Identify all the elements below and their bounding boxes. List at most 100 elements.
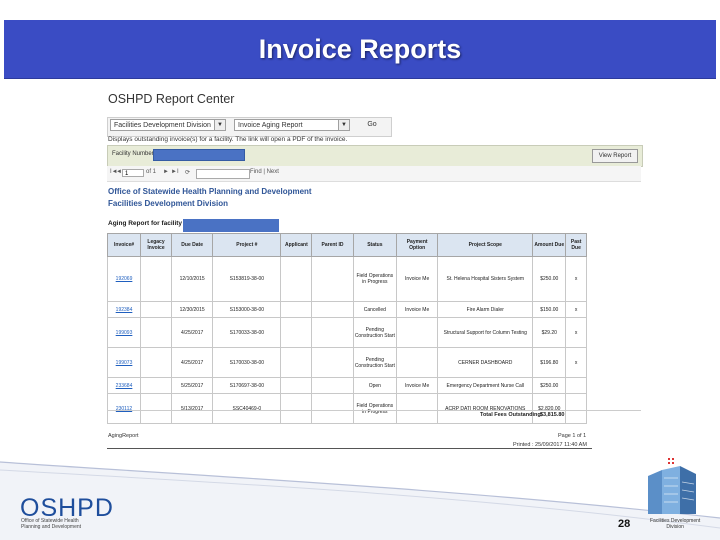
- past-due: x: [565, 317, 587, 348]
- next-page-icon[interactable]: ►: [163, 169, 169, 175]
- project-scope: St. Helena Hospital Sisters System: [437, 256, 534, 302]
- amount-due: $150.00: [532, 301, 567, 318]
- fdd-label: Facilities Development Division: [650, 518, 701, 530]
- amount-due: $2,820.00: [532, 393, 567, 424]
- invoice-link[interactable]: 233684: [106, 377, 142, 394]
- past-due: x: [565, 301, 587, 318]
- facility-redaction: [183, 219, 279, 232]
- slide-page-number: 28: [618, 518, 631, 530]
- applicant: [280, 347, 313, 378]
- col-header: Applicant: [280, 233, 313, 257]
- col-header: Project Scope: [437, 233, 534, 257]
- page-number-input[interactable]: 1: [122, 169, 144, 177]
- parent-id: [311, 347, 354, 378]
- refresh-icon[interactable]: ⟳: [185, 169, 190, 176]
- status: Pending Construction Start: [352, 347, 398, 378]
- invoice-link[interactable]: 199093: [106, 317, 142, 348]
- app-title: OSHPD Report Center: [108, 92, 235, 106]
- table-row: 199093 4/25/2017 S170033-38-00 Pending C…: [106, 317, 587, 348]
- find-input[interactable]: [196, 169, 250, 179]
- find-next-link[interactable]: Find | Next: [250, 169, 279, 175]
- applicant: [280, 256, 313, 302]
- table-row: 230112 5/13/2017 SSC40469-0 Field Operat…: [106, 393, 587, 424]
- division-select[interactable]: Facilities Development Division ▼: [110, 119, 226, 131]
- project-scope: Fire Alarm Dialer: [437, 301, 534, 318]
- col-header: Parent ID: [311, 233, 354, 257]
- col-header: Payment Option: [395, 233, 439, 257]
- status: Pending Construction Start: [352, 317, 398, 348]
- due-date: 4/25/2017: [170, 317, 214, 348]
- table-header-row: Invoice# Legacy Invoice Due Date Project…: [106, 233, 587, 257]
- slide-header: Invoice Reports: [4, 20, 716, 79]
- amount-due: $250.00: [532, 377, 567, 394]
- table-row: 199073 4/25/2017 S170030-38-00 Pending C…: [106, 347, 587, 378]
- past-due: x: [565, 256, 587, 302]
- facility-number-label: Facility Number: [112, 151, 154, 157]
- total-fees-label: Total Fees Outstanding:: [480, 412, 543, 418]
- fdd-building-icon: [648, 456, 696, 514]
- invoice-link[interactable]: 192069: [106, 256, 142, 302]
- project-number: S153819-38-00: [212, 256, 282, 302]
- payment-option: Invoice Me: [395, 301, 439, 318]
- report-description: Displays outstanding invoice(s) for a fa…: [108, 136, 348, 143]
- project-number: S153000-38-00: [212, 301, 282, 318]
- applicant: [280, 317, 313, 348]
- parent-id: [311, 377, 354, 394]
- division-name: Facilities Development Division: [108, 199, 229, 208]
- project-scope: CERNER DASHBOARD: [437, 347, 534, 378]
- parent-id: [311, 393, 354, 424]
- last-page-icon[interactable]: ►I: [171, 169, 179, 175]
- table-row: 192384 12/30/2015 S153000-38-00 Cancelle…: [106, 301, 587, 318]
- slide-title: Invoice Reports: [258, 33, 462, 64]
- payment-option: [395, 347, 439, 378]
- applicant: [280, 393, 313, 424]
- report-footer-page: Page 1 of 1: [558, 433, 587, 439]
- parent-id: [311, 301, 354, 318]
- due-date: 5/13/2017: [170, 393, 214, 424]
- chevron-down-icon[interactable]: ▼: [338, 120, 349, 130]
- go-button[interactable]: Go: [360, 118, 384, 132]
- table-row: 192069 12/10/2015 S153819-38-00 Field Op…: [106, 256, 587, 302]
- org-name: Office of Statewide Health Planning and …: [108, 187, 312, 196]
- due-date: 5/25/2017: [170, 377, 214, 394]
- invoice-link[interactable]: 199073: [106, 347, 142, 378]
- project-scope: Structural Support for Column Testing: [437, 317, 534, 348]
- status: Field Operations in Progress: [352, 256, 398, 302]
- col-header: Legacy Invoice: [140, 233, 172, 257]
- due-date: 12/30/2015: [170, 301, 214, 318]
- view-report-button[interactable]: View Report: [592, 149, 638, 163]
- amount-due: $250.00: [532, 256, 567, 302]
- report-select[interactable]: Invoice Aging Report ▼: [234, 119, 350, 131]
- legacy-invoice: [140, 317, 172, 348]
- payment-option: [395, 393, 439, 424]
- oshpd-logo-subtitle: Office of Statewide Health Planning and …: [21, 518, 82, 530]
- legacy-invoice: [140, 301, 172, 318]
- payment-option: Invoice Me: [395, 256, 439, 302]
- legacy-invoice: [140, 347, 172, 378]
- invoice-link[interactable]: 192384: [106, 301, 142, 318]
- applicant: [280, 301, 313, 318]
- col-header: Status: [352, 233, 398, 257]
- legacy-invoice: [140, 256, 172, 302]
- amount-due: $196.80: [532, 347, 567, 378]
- payment-option: Invoice Me: [395, 377, 439, 394]
- report-viewer-toolbar: I◄ ◄ of 1 ► ►I ⟳ Find | Next: [107, 166, 641, 182]
- total-fees-value: $3,815.80: [540, 412, 565, 418]
- table-row: 233684 5/25/2017 S170697-38-00 Open Invo…: [106, 377, 587, 394]
- due-date: 12/10/2015: [170, 256, 214, 302]
- report-footer-name: AgingReport: [108, 433, 139, 439]
- legacy-invoice: [140, 377, 172, 394]
- footer-rule: [107, 448, 592, 449]
- chevron-down-icon[interactable]: ▼: [214, 120, 225, 130]
- page-count: of 1: [146, 169, 157, 175]
- invoice-link[interactable]: 230112: [106, 393, 142, 424]
- past-due: [565, 393, 587, 424]
- parent-id: [311, 256, 354, 302]
- facility-number-input[interactable]: [153, 149, 245, 161]
- project-number: S170697-38-00: [212, 377, 282, 394]
- payment-option: [395, 317, 439, 348]
- division-select-value: Facilities Development Division: [114, 122, 211, 129]
- col-header: Amount Due: [532, 233, 567, 257]
- col-header: Project #: [212, 233, 282, 257]
- past-due: x: [565, 347, 587, 378]
